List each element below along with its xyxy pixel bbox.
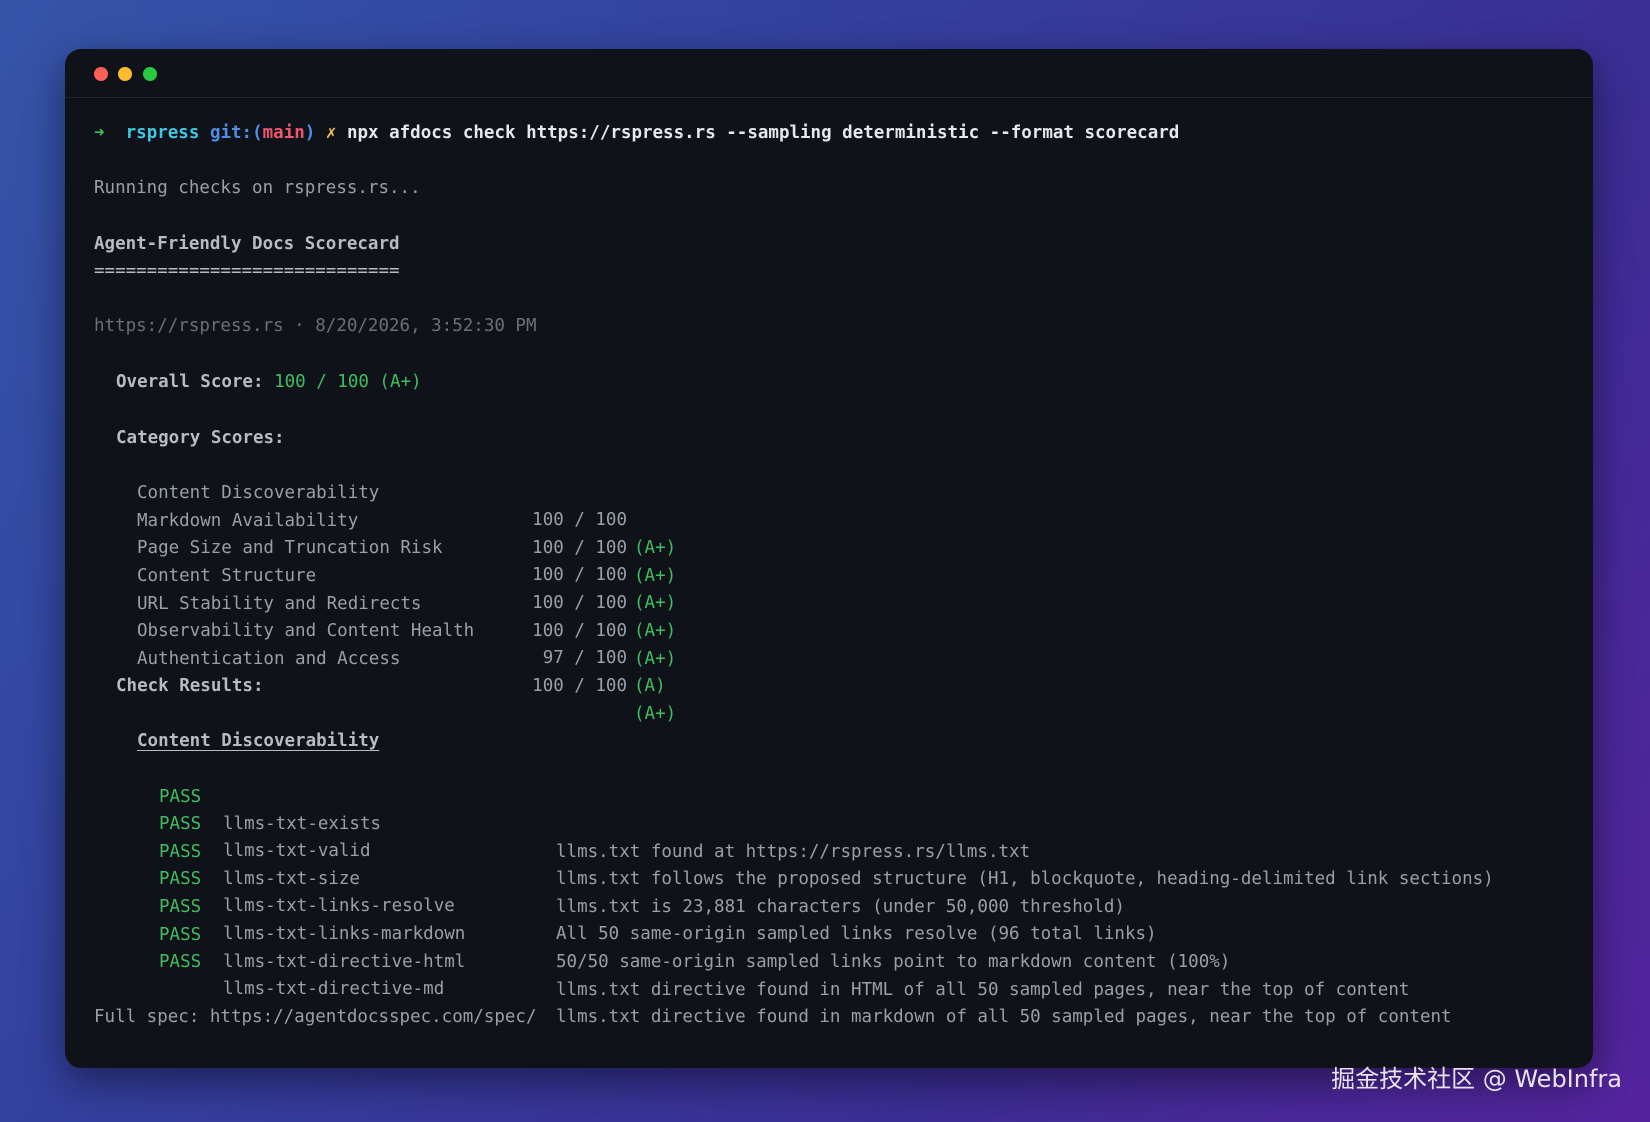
category-name: Authentication and Access	[137, 648, 401, 669]
check-message: 50/50 same-origin sampled links point to…	[556, 951, 1231, 972]
check-row: PASS llms-txt-size llms.txt is 23,881 ch…	[94, 811, 1574, 917]
overall-score-label: Overall Score:	[116, 372, 264, 392]
category-grade: (A+)	[634, 648, 677, 669]
category-row: Authentication and Access 100 / 100 (A+)	[94, 618, 1574, 724]
overall-score-line: Overall Score: 100 / 100 (A+)	[116, 369, 422, 397]
command-prompt-line: ➜ rspress git:(main) ✗ npx afdocs check …	[94, 120, 1179, 148]
prompt-directory: rspress	[125, 123, 200, 143]
title-divider: =============================	[94, 261, 400, 281]
check-row: PASS llms-txt-valid llms.txt follows the…	[94, 783, 1574, 889]
check-id: llms-txt-directive-md	[223, 979, 445, 1000]
check-results-heading: Check Results:	[116, 676, 264, 696]
category-row: Page Size and Truncation Risk 100 / 100 …	[94, 507, 1574, 613]
category-row: Content Discoverability 100 / 100 (A+)	[94, 452, 1574, 558]
prompt-git-close: )	[304, 123, 316, 143]
category-score: 100 / 100	[532, 676, 627, 697]
category-row: URL Stability and Redirects 100 / 100 (A…	[94, 563, 1574, 669]
check-id: llms-txt-directive-html	[223, 952, 466, 973]
terminal-output: ➜ rspress git:(main) ✗ npx afdocs check …	[94, 49, 1573, 1068]
spec-footer: Full spec: https://agentdocsspec.com/spe…	[94, 1007, 537, 1027]
check-status-badge: PASS	[159, 951, 202, 972]
category-row: Content Structure 100 / 100 (A+)	[94, 535, 1574, 641]
check-message: llms.txt directive found in HTML of all …	[556, 979, 1410, 1000]
terminal-window: ➜ rspress git:(main) ✗ npx afdocs check …	[65, 49, 1593, 1068]
check-row: PASS llms-txt-directive-md llms.txt dire…	[94, 921, 1574, 1027]
prompt-branch: main	[262, 123, 305, 143]
category-grade: (A+)	[634, 703, 677, 724]
prompt-git-open: git:(	[209, 123, 263, 143]
category-scores-heading: Category Scores:	[116, 428, 285, 448]
scorecard-title: Agent-Friendly Docs Scorecard	[94, 234, 400, 254]
prompt-arrow-icon: ➜	[94, 123, 105, 143]
overall-score-value: 100 / 100 (A+)	[274, 372, 422, 392]
category-row: Observability and Content Health 97 / 10…	[94, 590, 1574, 696]
check-row: PASS llms-txt-exists llms.txt found at h…	[94, 756, 1574, 862]
check-message: llms.txt directive found in markdown of …	[556, 1006, 1452, 1027]
check-row: PASS llms-txt-links-markdown 50/50 same-…	[94, 866, 1574, 972]
watermark: 掘金技术社区 @ WebInfra	[1331, 1065, 1622, 1093]
category-grade: (A)	[634, 675, 666, 696]
scan-meta: https://rspress.rs · 8/20/2026, 3:52:30 …	[94, 316, 537, 336]
category-row: Markdown Availability 100 / 100 (A+)	[94, 480, 1574, 586]
category-score: 97 / 100	[542, 648, 627, 669]
dirty-mark-icon: ✗	[325, 123, 337, 143]
check-row: PASS llms-txt-directive-html llms.txt di…	[94, 894, 1574, 1000]
check-group-title: Content Discoverability	[137, 731, 380, 751]
command-text: npx afdocs check https://rspress.rs --sa…	[346, 123, 1180, 143]
running-status: Running checks on rspress.rs...	[94, 178, 421, 198]
check-row: PASS llms-txt-links-resolve All 50 same-…	[94, 838, 1574, 944]
